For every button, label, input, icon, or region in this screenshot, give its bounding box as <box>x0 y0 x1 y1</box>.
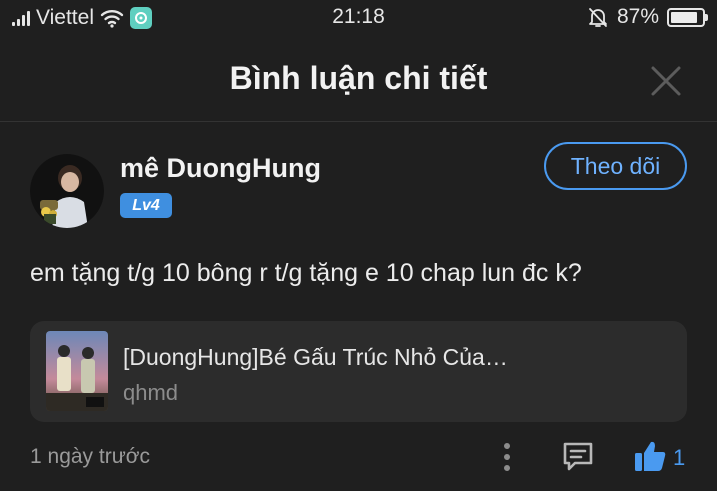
comment-timestamp: 1 ngày trước <box>30 445 151 468</box>
avatar[interactable] <box>30 154 104 228</box>
close-icon[interactable] <box>649 64 683 98</box>
username[interactable]: mê DuongHung <box>120 153 321 184</box>
follow-button[interactable]: Theo dõi <box>544 142 687 190</box>
story-author: qhmd <box>123 380 179 405</box>
like-count: 1 <box>673 445 686 470</box>
battery-icon <box>667 7 708 27</box>
level-badge: Lv4 <box>120 193 172 218</box>
battery-percent: 87% <box>616 5 659 28</box>
story-title: [DuongHung]Bé Gấu Trúc Nhỏ Của… <box>123 344 508 370</box>
story-thumbnail <box>46 331 108 411</box>
page-title: Bình luận chi tiết <box>229 60 488 96</box>
comment-icon[interactable] <box>561 439 595 473</box>
header: Bình luận chi tiết <box>0 40 717 122</box>
mute-bell-icon <box>589 8 607 27</box>
battery-fill <box>671 11 698 23</box>
thumbs-up-icon[interactable] <box>632 438 668 474</box>
more-vertical-icon[interactable] <box>497 440 517 474</box>
status-right: 87% <box>587 5 708 29</box>
linked-story-card[interactable]: [DuongHung]Bé Gấu Trúc Nhỏ Của… qhmd <box>30 321 687 422</box>
comment-text: em tặng t/g 10 bông r t/g tặng e 10 chap… <box>30 259 582 287</box>
status-bar: Viettel 21:18 87% <box>0 0 717 36</box>
